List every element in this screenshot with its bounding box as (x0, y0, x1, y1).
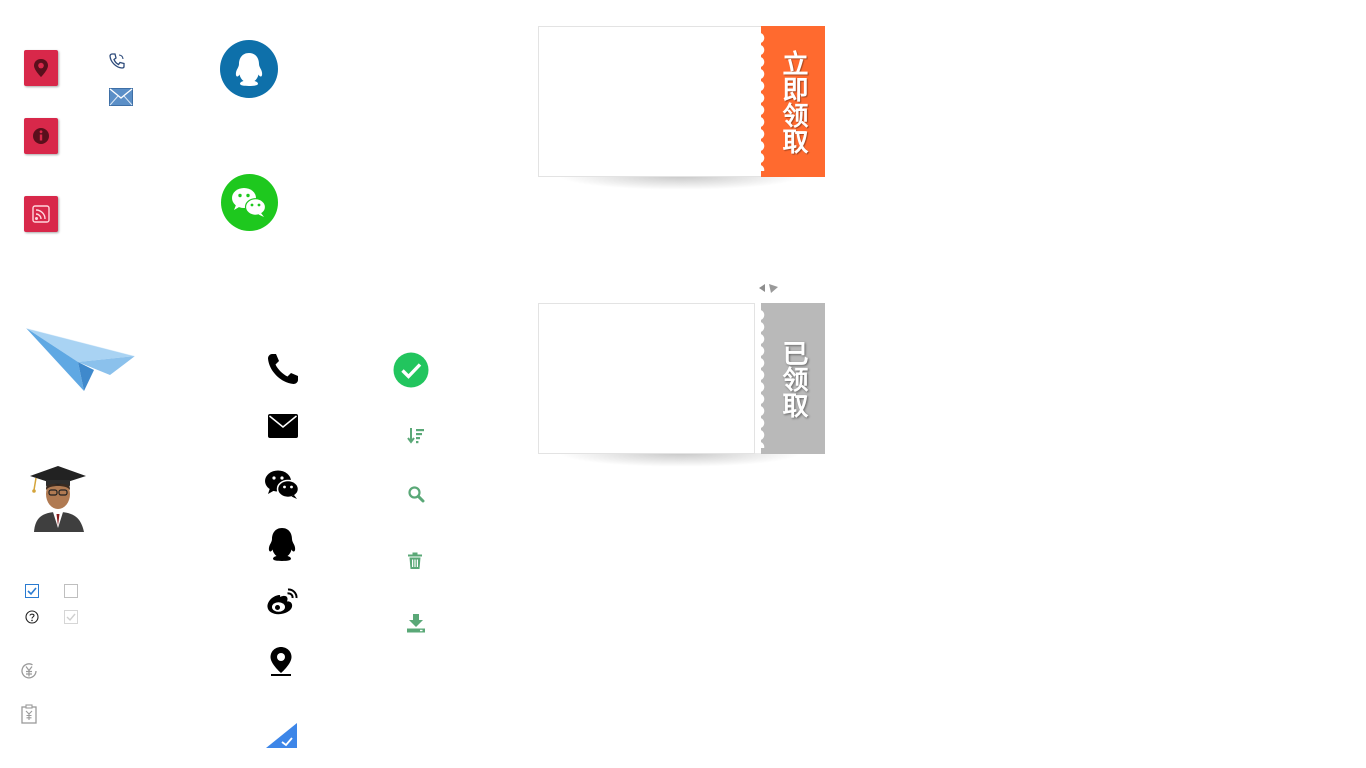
coupon-claimed: 已领取 (538, 303, 825, 467)
download-icon[interactable] (406, 613, 426, 633)
wechat-circle-icon[interactable] (221, 174, 278, 231)
phone-icon[interactable] (266, 352, 300, 386)
location-pin-black-icon[interactable] (269, 646, 293, 676)
paper-plane-icon (10, 320, 138, 395)
sort-icon[interactable] (407, 427, 425, 445)
yen-circle-icon (20, 661, 38, 681)
checkmark-icon (27, 587, 37, 596)
coupon-available: 立即领取 (538, 26, 825, 190)
claim-now-label: 立即领取 (778, 49, 808, 154)
weibo-icon[interactable] (266, 588, 298, 616)
location-pin-icon (34, 59, 48, 77)
info-tile[interactable] (24, 118, 58, 154)
rss-icon (32, 205, 50, 223)
wechat-icon[interactable] (265, 470, 299, 500)
check-circle-icon[interactable] (393, 352, 429, 388)
search-icon[interactable] (407, 485, 425, 503)
coupon-body (538, 26, 764, 177)
checkmark-disabled-icon (66, 613, 76, 622)
corner-check-icon (266, 722, 298, 750)
claimed-label: 已领取 (778, 339, 808, 418)
checkbox-unchecked[interactable] (64, 584, 78, 598)
qq-circle-icon[interactable] (220, 40, 278, 98)
coupon-shadow (558, 176, 803, 190)
coupon-body (538, 303, 755, 454)
claim-now-button[interactable]: 立即领取 (756, 26, 825, 177)
yen-clipboard-icon (21, 704, 37, 724)
help-icon[interactable] (25, 610, 39, 624)
torn-arrows-icon (758, 282, 780, 294)
qq-icon[interactable] (266, 527, 298, 563)
coupon-perforation (756, 309, 768, 448)
rss-tile[interactable] (24, 196, 58, 232)
checkbox-checked[interactable] (25, 584, 39, 598)
claimed-tab: 已领取 (756, 303, 825, 454)
checkbox-disabled[interactable] (64, 610, 78, 624)
location-tile[interactable] (24, 50, 58, 86)
info-icon (33, 128, 49, 144)
mail-small-icon (109, 88, 133, 106)
trash-icon[interactable] (407, 552, 423, 570)
coupon-shadow (558, 453, 803, 467)
coupon-perforation (756, 32, 768, 171)
graduate-avatar (28, 460, 88, 532)
phone-small-icon (108, 52, 126, 70)
mail-icon[interactable] (268, 414, 298, 438)
